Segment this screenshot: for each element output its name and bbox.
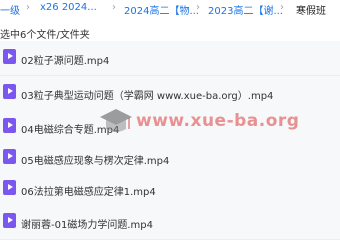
- breadcrumb-separator-icon: ›: [112, 2, 116, 13]
- breadcrumb-separator-icon: ›: [196, 2, 200, 13]
- file-row[interactable]: 06法拉第电磁感应定律1.mp4: [0, 172, 340, 207]
- video-file-icon: [3, 149, 16, 164]
- file-row[interactable]: 谢丽蓉-01磁场力学问题.mp4: [0, 205, 340, 240]
- video-file-icon: [3, 84, 16, 99]
- file-name[interactable]: 03粒子典型运动问题（学霸网 www.xue-ba.org）.mp4: [21, 87, 273, 102]
- breadcrumb-item-level1[interactable]: 一级: [0, 2, 20, 17]
- video-file-icon: [3, 180, 16, 195]
- breadcrumb: 一级 › x26 2024... › 2024高二【物... › 2023高二【…: [0, 0, 340, 18]
- file-name[interactable]: 谢丽蓉-01磁场力学问题.mp4: [21, 216, 153, 231]
- file-name[interactable]: 04电磁综合专题.mp4: [21, 121, 119, 136]
- breadcrumb-item-x26[interactable]: x26 2024...: [40, 2, 97, 13]
- file-name[interactable]: 02粒子源问题.mp4: [21, 52, 109, 67]
- breadcrumb-separator-icon: ›: [280, 2, 284, 13]
- breadcrumb-separator-icon: ›: [26, 2, 30, 13]
- file-name[interactable]: 06法拉第电磁感应定律1.mp4: [21, 183, 156, 198]
- file-row[interactable]: 03粒子典型运动问题（学霸网 www.xue-ba.org）.mp4: [0, 76, 340, 111]
- breadcrumb-item-current: 寒假班: [296, 6, 326, 17]
- file-name[interactable]: 05电磁感应现象与楞次定律.mp4: [21, 152, 169, 167]
- video-file-icon: [3, 118, 16, 133]
- video-file-icon: [3, 49, 16, 64]
- breadcrumb-item-2023[interactable]: 2023高二【谢...: [208, 2, 283, 17]
- file-row[interactable]: 05电磁感应现象与楞次定律.mp4: [0, 141, 340, 176]
- file-row[interactable]: 04电磁综合专题.mp4: [0, 110, 340, 145]
- breadcrumb-item-2024[interactable]: 2024高二【物...: [124, 2, 199, 17]
- video-file-icon: [3, 213, 16, 228]
- file-row[interactable]: 02粒子源问题.mp4: [0, 41, 340, 76]
- selection-count: 选中6个文件/文件夹: [0, 30, 90, 41]
